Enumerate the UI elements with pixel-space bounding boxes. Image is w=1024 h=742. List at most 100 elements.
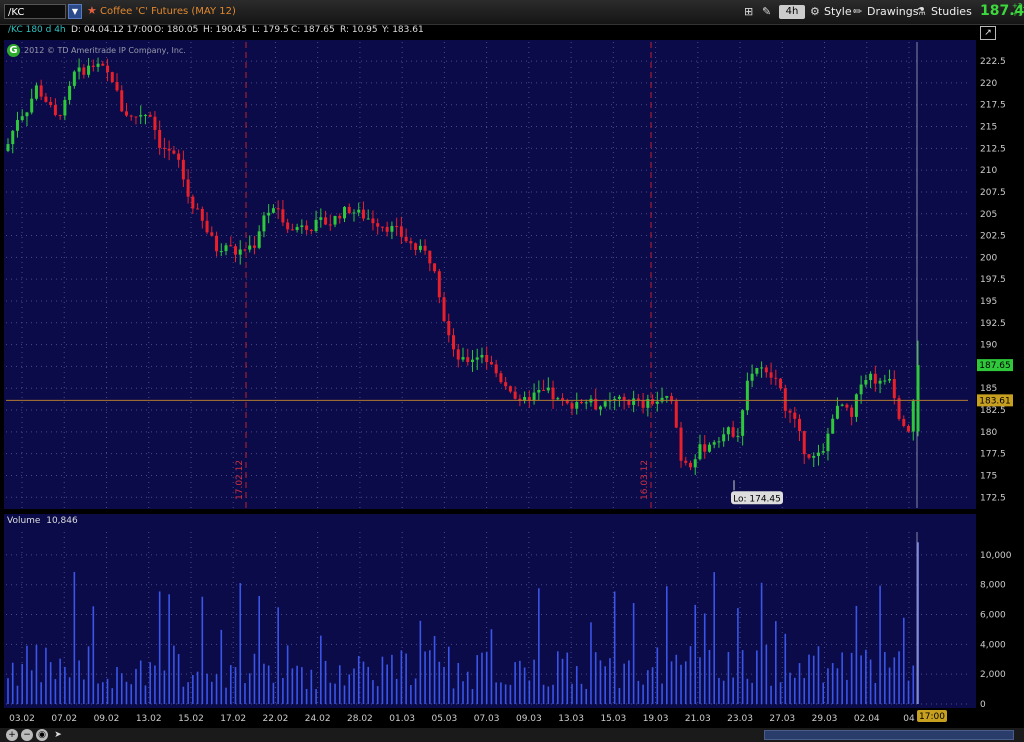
volume-bar (277, 607, 279, 704)
candle-body (172, 150, 176, 154)
zoom-out-icon[interactable]: − (21, 729, 33, 741)
volume-bar (239, 583, 242, 704)
time-tick-label: 04 (903, 714, 915, 724)
candle-body (53, 105, 57, 116)
candle-body (305, 225, 309, 230)
candle-body (106, 65, 110, 73)
candle-body (243, 249, 247, 251)
candle-body (452, 335, 456, 350)
volume-bar (320, 635, 322, 704)
candle-body (186, 179, 190, 197)
volume-bar (495, 682, 497, 704)
low-annotation-label: Lo: 174.45 (733, 494, 781, 504)
volume-bar (609, 658, 611, 704)
candle-body (437, 271, 441, 298)
volume-bar (414, 678, 417, 704)
volume-bar (604, 666, 606, 704)
candle-body (395, 226, 399, 228)
candle-body (139, 115, 143, 117)
zoom-in-icon[interactable]: + (6, 729, 18, 741)
candle-body (556, 398, 560, 400)
volume-tick-label: 4,000 (980, 640, 1006, 650)
volume-bar (438, 661, 441, 704)
volume-bar (367, 666, 370, 704)
chart-scrollbar[interactable] (764, 730, 1014, 740)
volume-bar (713, 572, 715, 704)
volume-bar (45, 647, 47, 704)
candle-body (660, 397, 664, 402)
time-tick-label: 19.03 (643, 714, 669, 724)
candle-body (361, 209, 365, 219)
volume-bar (675, 654, 678, 704)
volume-bar (286, 645, 289, 704)
volume-bar (466, 671, 469, 704)
candle-body (551, 387, 555, 400)
volume-bar (258, 596, 260, 704)
price-tick-label: 220 (980, 79, 997, 89)
volume-bar (248, 673, 251, 704)
volume-bar (92, 606, 95, 704)
volume-bar (291, 668, 294, 704)
candle-body (300, 225, 304, 228)
volume-bar (457, 663, 460, 704)
zoom-fit-icon[interactable]: ◉ (36, 729, 48, 741)
candle-body (489, 362, 493, 365)
volume-tick-label: 10,000 (980, 551, 1012, 561)
candle-body (741, 410, 745, 436)
candle-body (68, 85, 72, 100)
volume-bar (902, 617, 905, 704)
volume-bar (528, 680, 531, 704)
candle-body (262, 215, 266, 232)
copyright-text: 2012 © TD Ameritrade IP Company, Inc. (24, 46, 186, 55)
candle-body (352, 212, 356, 214)
price-chart[interactable]: 17.02.12 16.03.12 222.5 220 217.5 215 212.5 21… (0, 0, 1024, 742)
candle-body (295, 227, 299, 231)
pointer-icon[interactable]: ➤ (52, 729, 64, 741)
candle-body (684, 460, 688, 463)
candle-body (91, 65, 95, 67)
volume-bar (514, 662, 516, 704)
price-tick-label: 212.5 (980, 144, 1006, 154)
volume-bar (353, 668, 355, 704)
volume-bar (680, 664, 682, 704)
volume-tick-label: 2,000 (980, 670, 1006, 680)
volume-bar (504, 684, 507, 704)
volume-bar (485, 651, 488, 704)
candle-body (143, 114, 147, 116)
price-tick-label: 175 (980, 471, 997, 481)
volume-bar (865, 649, 867, 704)
volume-bar (182, 686, 185, 704)
volume-bar (391, 654, 393, 704)
candle-body (390, 226, 394, 232)
candle-body (314, 219, 318, 232)
candle-body (404, 236, 408, 242)
time-tick-label: 22.02 (263, 714, 289, 724)
volume-bar (49, 662, 52, 704)
candle-body (30, 98, 34, 113)
volume-bar (11, 662, 14, 704)
time-tick-label: 27.03 (769, 714, 795, 724)
volume-bar (912, 665, 915, 704)
candle-body (466, 357, 470, 363)
candle-body (755, 368, 759, 374)
volume-bar (571, 683, 573, 704)
candle-body (158, 129, 162, 148)
time-tick-label: 03.02 (9, 714, 35, 724)
volume-bar (561, 658, 564, 704)
candle-body (39, 85, 43, 97)
volume-bar (348, 674, 351, 704)
price-panel-bg (4, 40, 976, 509)
candle-body (115, 82, 119, 91)
volume-bar (168, 594, 170, 704)
candle-body (196, 208, 200, 210)
candle-body (129, 115, 133, 117)
volume-bar (83, 679, 85, 704)
volume-bar (338, 665, 341, 704)
candle-body (750, 373, 754, 381)
candle-body (77, 67, 81, 72)
volume-bar (784, 633, 787, 704)
candle-body (911, 400, 915, 432)
volume-bar (793, 677, 796, 704)
candle-body (878, 380, 882, 384)
candle-body (788, 410, 792, 413)
